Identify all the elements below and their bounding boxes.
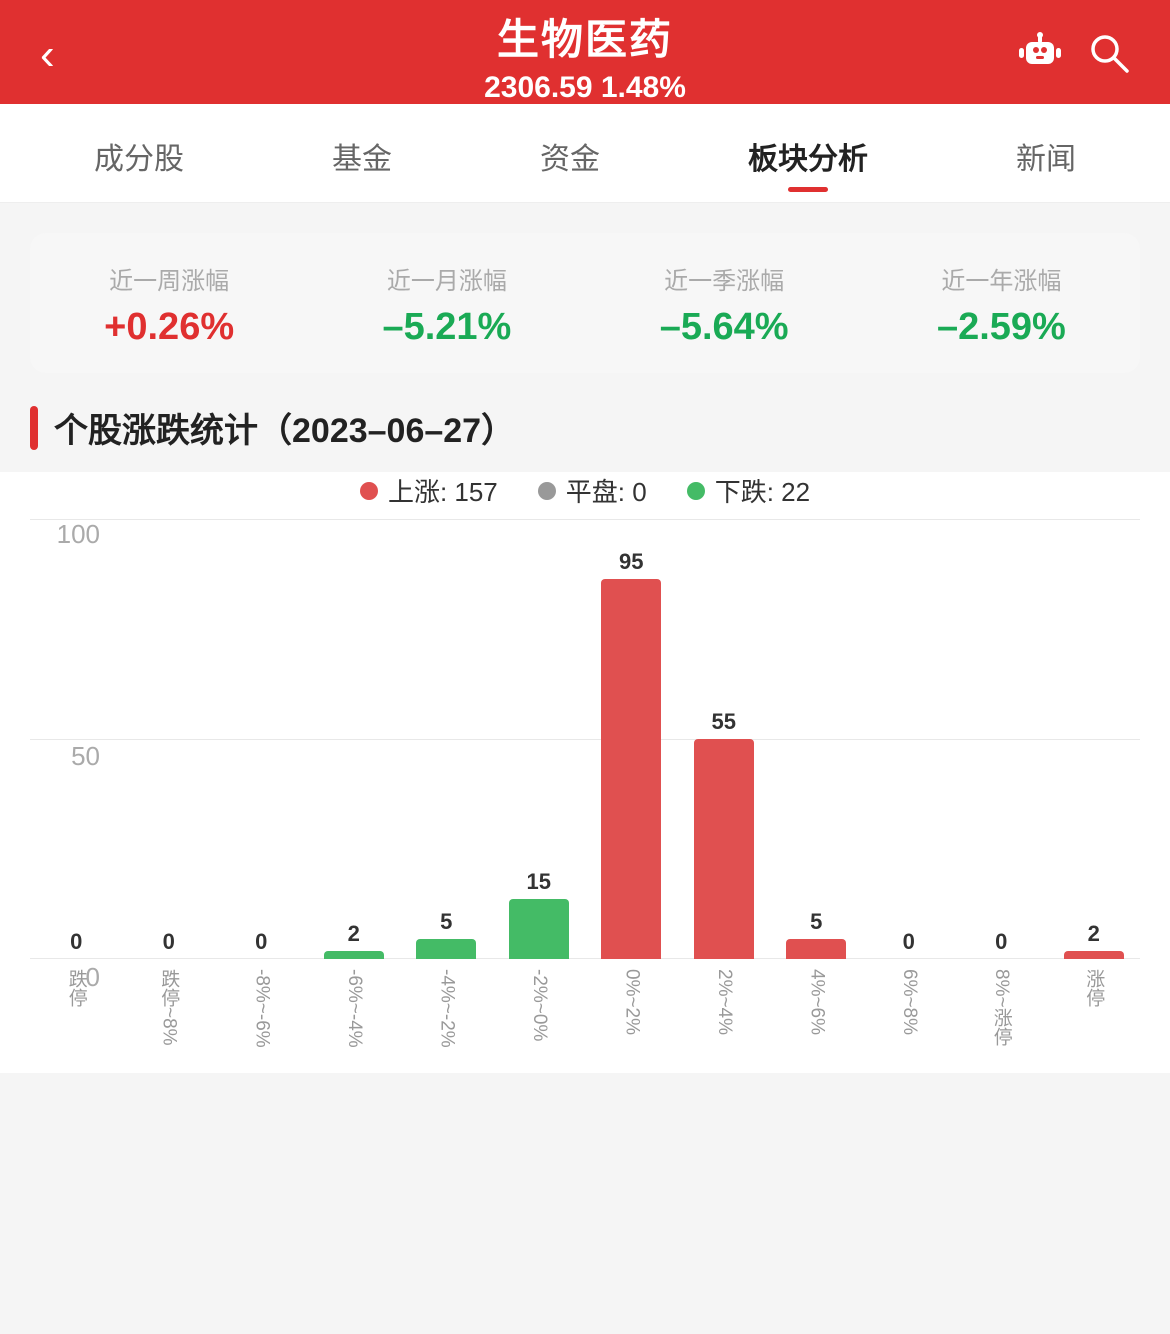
bar-col-6: 95	[585, 519, 678, 959]
tab-capital[interactable]: 资金	[530, 104, 610, 202]
bar-rect-3[interactable]	[324, 951, 384, 959]
bar-col-2: 0	[215, 519, 308, 959]
bar-value-8: 5	[810, 909, 822, 935]
search-icon[interactable]	[1086, 30, 1130, 81]
header: ‹ 生物医药 2306.59 1.48%	[0, 0, 1170, 104]
x-label-8: 4%~6%	[770, 963, 863, 1053]
back-button[interactable]: ‹	[40, 33, 55, 77]
bar-col-7: 55	[678, 519, 771, 959]
x-label-7: 2%~4%	[678, 963, 771, 1053]
bar-col-1: 0	[123, 519, 216, 959]
bar-col-3: 2	[308, 519, 401, 959]
legend-up: 上涨: 157	[360, 472, 498, 509]
chart-section: 上涨: 157 平盘: 0 下跌: 22 100 50 0	[0, 472, 1170, 1073]
header-icons	[1018, 28, 1130, 82]
bar-col-0: 0	[30, 519, 123, 959]
x-label-0: 跌停	[30, 963, 123, 1053]
x-label-9: 6%~8%	[863, 963, 956, 1053]
x-label-1: 跌停~8%	[123, 963, 216, 1053]
bar-value-2: 0	[255, 929, 267, 955]
header-center: 生物医药 2306.59 1.48%	[484, 6, 686, 105]
bar-value-9: 0	[903, 929, 915, 955]
stats-card: 近一周涨幅 +0.26% 近一月涨幅 –5.21% 近一季涨幅 –5.64% 近…	[30, 233, 1140, 373]
bar-rect-5[interactable]	[509, 899, 569, 959]
x-label-6: 0%~2%	[585, 963, 678, 1053]
bar-rect-6[interactable]	[601, 579, 661, 959]
x-label-3: -6%~-4%	[308, 963, 401, 1053]
header-title: 生物医药	[484, 6, 686, 67]
legend-dot-up	[360, 482, 378, 500]
stat-week-label: 近一周涨幅	[104, 261, 234, 296]
legend-down: 下跌: 22	[687, 472, 810, 509]
legend-dot-down	[687, 482, 705, 500]
bar-value-11: 2	[1088, 921, 1100, 947]
stat-month-label: 近一月涨幅	[382, 261, 511, 296]
legend-down-label: 下跌: 22	[715, 472, 810, 509]
stat-month-value: –5.21%	[382, 306, 511, 349]
stat-year-label: 近一年涨幅	[937, 261, 1066, 296]
bar-col-4: 5	[400, 519, 493, 959]
stat-quarter-value: –5.64%	[660, 306, 789, 349]
bar-rect-11[interactable]	[1064, 951, 1124, 959]
robot-icon[interactable]	[1018, 28, 1062, 82]
x-label-4: -4%~-2%	[400, 963, 493, 1053]
stat-quarter: 近一季涨幅 –5.64%	[660, 261, 789, 349]
legend-dot-flat	[538, 482, 556, 500]
bar-rect-7[interactable]	[694, 739, 754, 959]
x-label-5: -2%~0%	[493, 963, 586, 1053]
bar-value-5: 15	[527, 869, 551, 895]
tabs: 成分股 基金 资金 板块分析 新闻	[0, 104, 1170, 203]
bar-col-10: 0	[955, 519, 1048, 959]
section-title-text: 个股涨跌统计（2023–06–27）	[54, 403, 515, 452]
stat-week: 近一周涨幅 +0.26%	[104, 261, 234, 349]
bar-value-10: 0	[995, 929, 1007, 955]
stat-quarter-label: 近一季涨幅	[660, 261, 789, 296]
section-title-bar	[30, 406, 38, 450]
header-subtitle: 2306.59 1.48%	[484, 71, 686, 105]
bar-col-8: 5	[770, 519, 863, 959]
bar-value-7: 55	[712, 709, 736, 735]
bar-value-1: 0	[163, 929, 175, 955]
x-label-11: 涨停	[1048, 963, 1141, 1053]
stat-week-value: +0.26%	[104, 306, 234, 349]
x-label-10: 8%~涨停	[955, 963, 1048, 1053]
stat-month: 近一月涨幅 –5.21%	[382, 261, 511, 349]
tab-news[interactable]: 新闻	[1006, 104, 1086, 202]
bar-col-11: 2	[1048, 519, 1141, 959]
bar-col-5: 15	[493, 519, 586, 959]
legend-flat: 平盘: 0	[538, 472, 647, 509]
x-label-2: -8%~-6%	[215, 963, 308, 1053]
tab-fund[interactable]: 基金	[322, 104, 402, 202]
chart-wrap: 100 50 0 000251595555002 跌停跌停~8%-8%~-6%-…	[30, 519, 1140, 1053]
bar-rect-8[interactable]	[786, 939, 846, 959]
stat-year: 近一年涨幅 –2.59%	[937, 261, 1066, 349]
chart-legend: 上涨: 157 平盘: 0 下跌: 22	[30, 472, 1140, 509]
bar-value-4: 5	[440, 909, 452, 935]
bar-value-3: 2	[348, 921, 360, 947]
tab-components[interactable]: 成分股	[84, 104, 194, 202]
tab-sector-analysis[interactable]: 板块分析	[738, 104, 878, 202]
bar-rect-4[interactable]	[416, 939, 476, 959]
bar-value-0: 0	[70, 929, 82, 955]
stat-year-value: –2.59%	[937, 306, 1066, 349]
legend-up-label: 上涨: 157	[388, 472, 498, 509]
legend-flat-label: 平盘: 0	[566, 472, 647, 509]
bar-value-6: 95	[619, 549, 643, 575]
bar-col-9: 0	[863, 519, 956, 959]
section-title-area: 个股涨跌统计（2023–06–27）	[30, 403, 1140, 452]
